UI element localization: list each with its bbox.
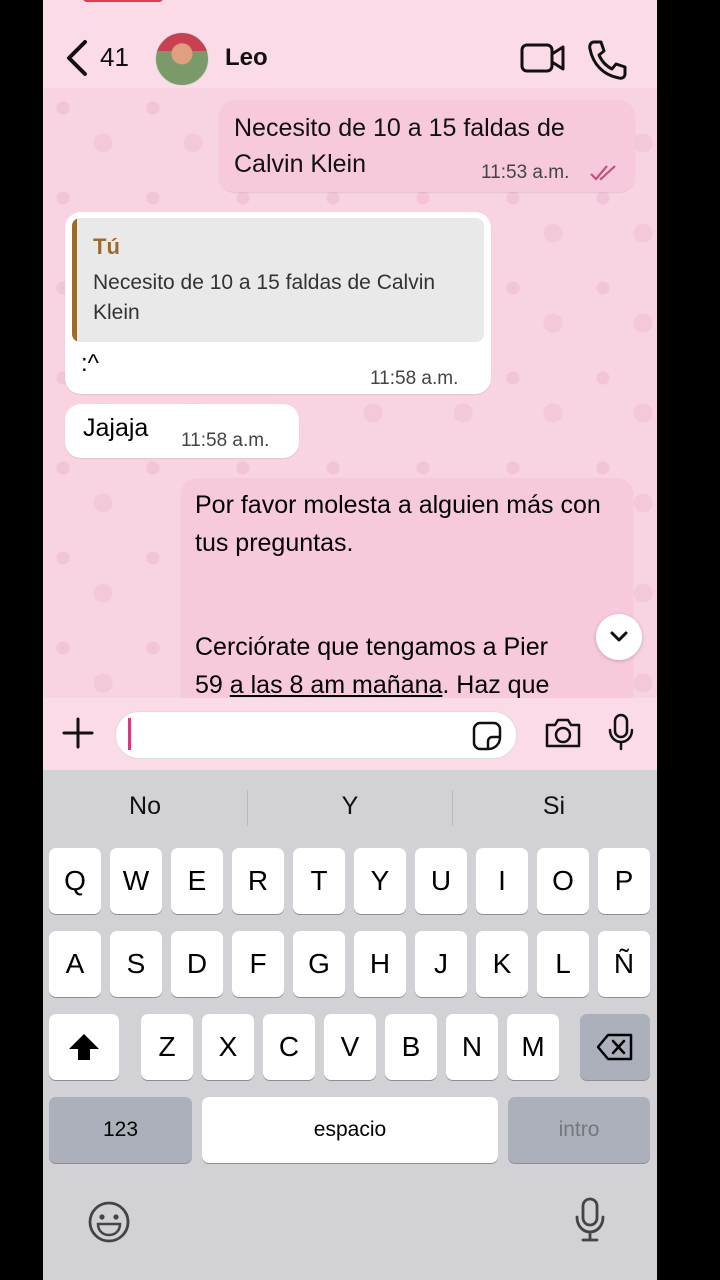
key-q[interactable]: Q <box>49 848 101 914</box>
key-o[interactable]: O <box>537 848 589 914</box>
shift-key[interactable] <box>49 1014 119 1080</box>
key-i[interactable]: I <box>476 848 528 914</box>
contact-name[interactable]: Leo <box>225 44 268 72</box>
key-w[interactable]: W <box>110 848 162 914</box>
quote-text: Necesito de 10 a 15 faldas de Calvin Kle… <box>93 271 436 324</box>
key-p[interactable]: P <box>598 848 650 914</box>
suggestion-divider <box>247 790 248 826</box>
suggestion-3[interactable]: Si <box>454 792 654 821</box>
key-m[interactable]: M <box>507 1014 559 1080</box>
key-k[interactable]: K <box>476 931 528 997</box>
video-call-icon[interactable] <box>519 40 567 76</box>
key-r[interactable]: R <box>232 848 284 914</box>
key-l[interactable]: L <box>537 931 589 997</box>
message-time: 11:58 a.m. <box>181 430 270 451</box>
text-cursor <box>128 718 131 750</box>
key-z[interactable]: Z <box>141 1014 193 1080</box>
key-y[interactable]: Y <box>354 848 406 914</box>
message-text-line: Cerciórate que tengamos a Pier <box>195 633 548 661</box>
shift-arrow-icon <box>69 1034 99 1060</box>
space-key[interactable]: espacio <box>202 1097 498 1163</box>
key-enye[interactable]: Ñ <box>598 931 650 997</box>
attach-plus-icon[interactable] <box>61 716 95 750</box>
message-paragraph: Cerciórate que tengamos a Pier 59 a las … <box>195 628 625 704</box>
key-s[interactable]: S <box>110 931 162 997</box>
recording-indicator <box>83 0 163 2</box>
key-g[interactable]: G <box>293 931 345 997</box>
key-u[interactable]: U <box>415 848 467 914</box>
chat-screen: 41 Leo Necesito de 10 a 15 faldas de Cal… <box>43 0 657 1280</box>
dictation-microphone-icon[interactable] <box>573 1196 607 1244</box>
quote-accent-bar <box>72 218 77 342</box>
read-ticks-icon <box>590 165 616 181</box>
backspace-key[interactable] <box>580 1014 650 1080</box>
back-chevron-icon[interactable] <box>63 38 93 78</box>
message-paragraph: Por favor molesta a alguien más con tus … <box>195 491 601 557</box>
key-d[interactable]: D <box>171 931 223 997</box>
message-text: :^ <box>81 350 99 377</box>
key-f[interactable]: F <box>232 931 284 997</box>
return-key[interactable]: intro <box>508 1097 650 1163</box>
voice-call-icon[interactable] <box>585 38 629 82</box>
message-text-line: 59 <box>195 671 230 699</box>
key-h[interactable]: H <box>354 931 406 997</box>
camera-icon[interactable] <box>543 716 583 750</box>
message-text: Jajaja <box>83 414 149 442</box>
date-link[interactable]: a las 8 am mañana <box>230 671 443 699</box>
message-time: 11:53 a.m. <box>481 162 570 183</box>
scroll-to-bottom-button[interactable] <box>596 614 642 660</box>
quoted-message[interactable]: Tú Necesito de 10 a 15 faldas de Calvin … <box>72 218 484 342</box>
key-j[interactable]: J <box>415 931 467 997</box>
suggestion-divider <box>452 790 453 826</box>
microphone-icon[interactable] <box>606 712 636 752</box>
backspace-icon <box>596 1033 633 1061</box>
outgoing-message-bubble[interactable]: Necesito de 10 a 15 faldas de Calvin Kle… <box>219 100 635 192</box>
emoji-icon[interactable] <box>87 1200 131 1244</box>
message-input[interactable] <box>115 711 517 759</box>
chevron-down-icon <box>610 631 628 642</box>
unread-count[interactable]: 41 <box>100 42 129 73</box>
key-x[interactable]: X <box>202 1014 254 1080</box>
suggestion-2[interactable]: Y <box>250 792 450 821</box>
key-t[interactable]: T <box>293 848 345 914</box>
message-text-line: . Haz que <box>442 671 550 699</box>
quote-author: Tú <box>93 234 120 259</box>
numbers-key[interactable]: 123 <box>49 1097 192 1163</box>
key-v[interactable]: V <box>324 1014 376 1080</box>
key-a[interactable]: A <box>49 931 101 997</box>
key-n[interactable]: N <box>446 1014 498 1080</box>
key-b[interactable]: B <box>385 1014 437 1080</box>
key-c[interactable]: C <box>263 1014 315 1080</box>
chat-header: 41 Leo <box>43 0 657 88</box>
suggestion-1[interactable]: No <box>45 792 245 821</box>
message-time: 11:58 a.m. <box>370 368 459 389</box>
sticker-icon[interactable] <box>471 720 503 752</box>
key-e[interactable]: E <box>171 848 223 914</box>
contact-avatar[interactable] <box>155 32 209 86</box>
